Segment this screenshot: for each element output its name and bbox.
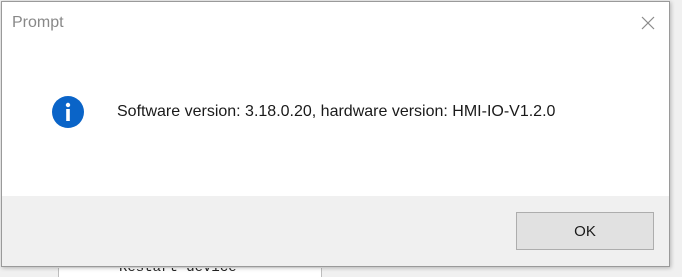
- close-icon: [641, 16, 655, 30]
- prompt-dialog: Prompt Software version: 3.18.0.20, hard…: [1, 1, 670, 267]
- dialog-content: Software version: 3.18.0.20, hardware ve…: [2, 44, 669, 196]
- title-bar[interactable]: Prompt: [2, 2, 669, 44]
- dialog-footer: OK: [2, 196, 669, 266]
- dialog-title: Prompt: [12, 14, 64, 31]
- ok-button[interactable]: OK: [516, 212, 654, 250]
- background-window-text: Restart device: [119, 268, 237, 276]
- close-button[interactable]: [627, 2, 669, 44]
- background-window: Restart device: [58, 268, 322, 277]
- dialog-message: Software version: 3.18.0.20, hardware ve…: [117, 103, 556, 120]
- info-icon: [52, 96, 84, 128]
